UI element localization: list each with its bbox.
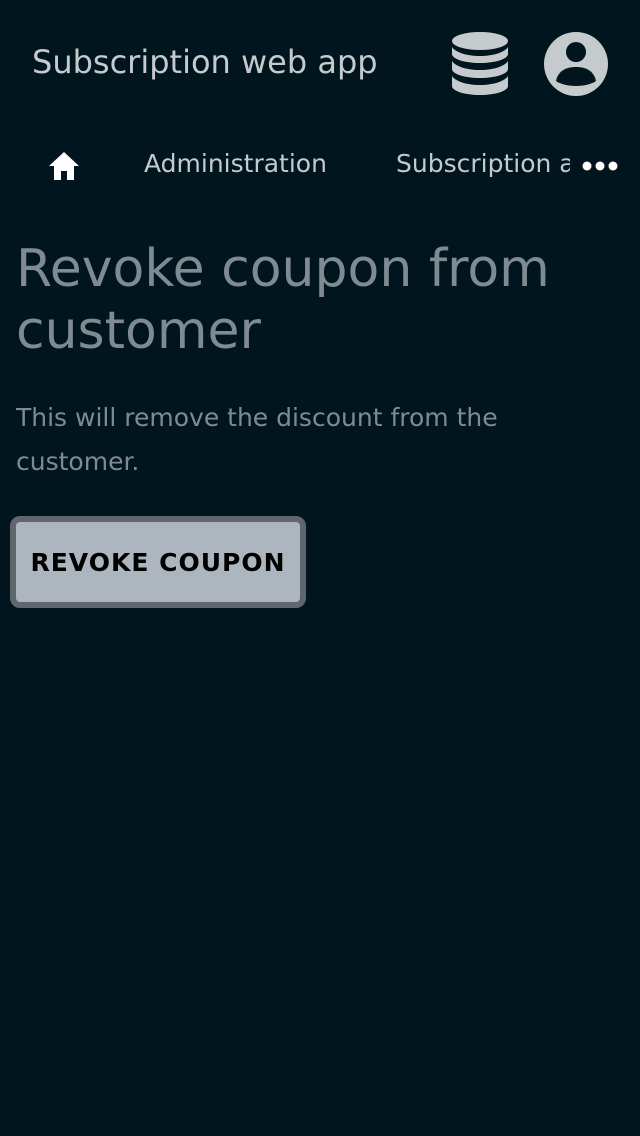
nav-home[interactable] [32, 144, 96, 188]
more-horizontal-icon [582, 161, 618, 171]
app-header: Subscription web app [0, 0, 640, 128]
database-icon [452, 32, 508, 95]
page-description: This will remove the discount from the c… [16, 403, 498, 476]
app-title: Subscription web app [32, 43, 378, 81]
nav-more-button[interactable] [572, 146, 628, 186]
page-title: Revoke coupon from customer [16, 239, 550, 361]
account-circle-icon [544, 32, 608, 96]
account-button[interactable] [540, 28, 612, 100]
breadcrumb-nav: Administration Subscription a [0, 128, 640, 200]
home-icon [49, 152, 79, 180]
revoke-coupon-button[interactable]: REVOKE COUPON [10, 516, 306, 608]
database-button[interactable] [446, 28, 514, 100]
nav-item-administration[interactable]: Administration [144, 148, 327, 180]
nav-item-subscription[interactable]: Subscription a [396, 148, 570, 180]
